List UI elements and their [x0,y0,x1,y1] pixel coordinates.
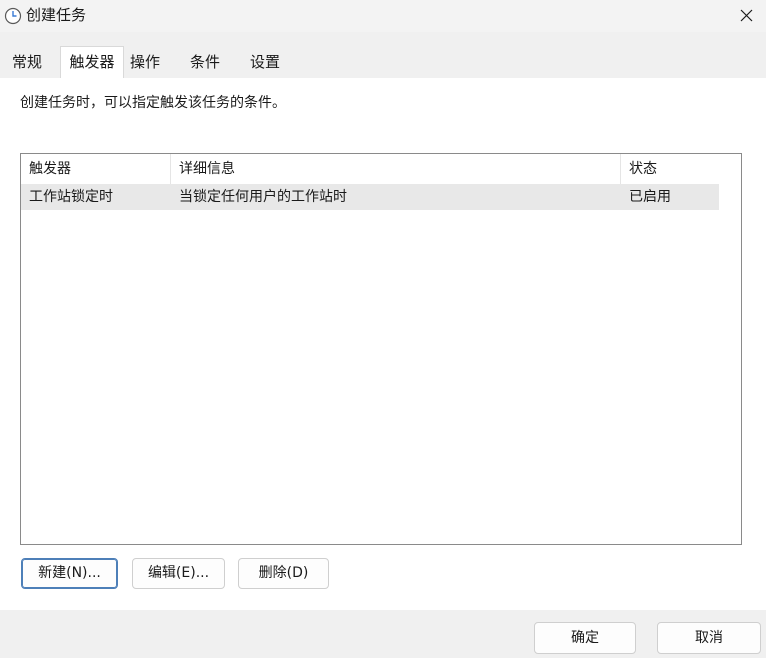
ok-button[interactable]: 确定 [534,622,636,654]
tab-settings[interactable]: 设置 [240,46,290,78]
list-item[interactable]: 工作站锁定时 当锁定任何用户的工作站时 已启用 [21,184,719,210]
clock-icon [4,7,22,25]
status-cell: 已启用 [629,189,671,205]
new-trigger-button[interactable]: 新建(N)... [21,558,118,589]
tab-conditions[interactable]: 条件 [180,46,230,78]
hint-text: 创建任务时，可以指定触发该任务的条件。 [20,95,286,111]
trigger-cell: 工作站锁定时 [29,189,113,205]
tab-triggers[interactable]: 触发器 [60,46,124,79]
delete-trigger-button[interactable]: 删除(D) [238,558,329,589]
column-header-status[interactable]: 状态 [621,154,719,184]
column-header-trigger[interactable]: 触发器 [21,154,171,184]
list-header: 触发器 详细信息 状态 [21,154,719,185]
cancel-button[interactable]: 取消 [657,622,761,654]
window-title: 创建任务 [26,6,87,24]
title-bar: 创建任务 [0,0,766,32]
tab-actions[interactable]: 操作 [122,46,168,78]
triggers-panel: 创建任务时，可以指定触发该任务的条件。 触发器 详细信息 状态 工作站锁定时 当… [0,78,766,610]
triggers-list[interactable]: 触发器 详细信息 状态 工作站锁定时 当锁定任何用户的工作站时 已启用 [20,153,742,545]
create-task-dialog: 创建任务 常规 触发器 操作 条件 设置 创建任务时，可以指定触发该任务的条件。… [0,0,766,658]
tab-general[interactable]: 常规 [2,46,52,78]
details-cell: 当锁定任何用户的工作站时 [179,189,347,205]
edit-trigger-button[interactable]: 编辑(E)... [132,558,225,589]
close-button[interactable] [726,0,766,30]
column-header-details[interactable]: 详细信息 [171,154,621,184]
close-icon [740,9,753,22]
tab-strip: 常规 触发器 操作 条件 设置 [0,46,766,79]
